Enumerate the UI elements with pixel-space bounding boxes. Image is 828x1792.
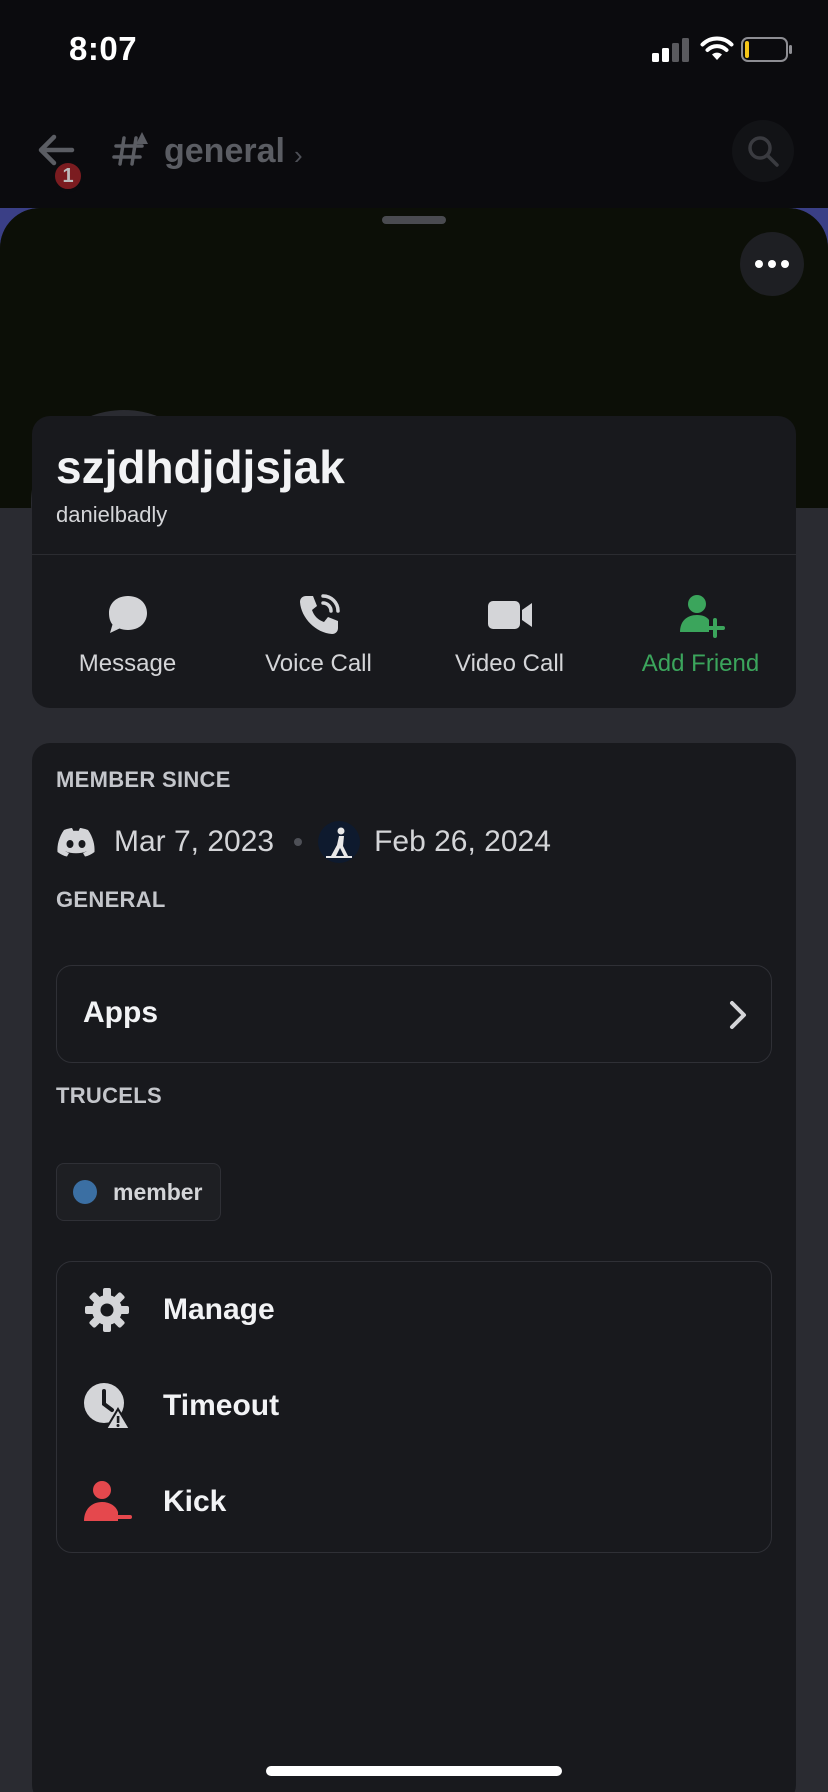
role-name: member: [113, 1178, 203, 1205]
search-button[interactable]: [732, 120, 794, 182]
video-call-label: Video Call: [455, 650, 564, 677]
home-indicator[interactable]: [266, 1766, 562, 1776]
more-options-button[interactable]: [740, 232, 804, 296]
general-title: GENERAL: [56, 887, 166, 912]
role-color-dot: [73, 1180, 97, 1204]
wifi-icon: [700, 36, 734, 60]
chevron-right-icon: [730, 1001, 746, 1029]
status-time: 8:07: [69, 30, 138, 67]
member-since-title: MEMBER SINCE: [56, 767, 231, 792]
video-call-button[interactable]: Video Call: [414, 556, 605, 706]
separator-dot: [294, 838, 303, 846]
apps-label: Apps: [83, 996, 158, 1029]
username: danielbadly: [56, 502, 168, 527]
details-card: MEMBER SINCE Mar 7, 2023 Feb 26, 2024 GE…: [32, 743, 796, 1792]
display-name: szjdhdjdjsjak: [56, 441, 345, 493]
clock-warning-icon: [84, 1383, 132, 1430]
profile-actions: Message Voice Call Video Call Add Friend: [32, 556, 796, 706]
message-label: Message: [78, 650, 177, 677]
kick-item[interactable]: Kick: [57, 1454, 773, 1550]
add-friend-button[interactable]: Add Friend: [605, 556, 796, 706]
timeout-label: Timeout: [163, 1389, 280, 1422]
role-pill-member[interactable]: member: [56, 1163, 222, 1221]
video-camera-icon: [487, 601, 532, 629]
profile-card: szjdhdjdjsjak danielbadly Message Voice …: [32, 416, 796, 708]
server-figure-icon: [326, 827, 353, 858]
kick-label: Kick: [163, 1485, 227, 1518]
more-dot-icon: [755, 260, 763, 268]
chat-bubble-icon: [108, 596, 147, 633]
apps-row[interactable]: Apps: [56, 965, 772, 1063]
member-since-row: Mar 7, 2023 Feb 26, 2024: [56, 817, 551, 867]
channel-hash-icon: [112, 132, 148, 166]
discord-member-since-date: Mar 7, 2023: [114, 825, 275, 858]
kick-user-icon: [84, 1481, 132, 1521]
divider: [32, 554, 796, 555]
search-icon: [748, 136, 779, 167]
discord-logo-icon: [57, 828, 95, 857]
voice-call-button[interactable]: Voice Call: [223, 556, 414, 706]
message-button[interactable]: Message: [32, 556, 223, 706]
cellular-signal-icon: [652, 38, 689, 62]
moderation-list: Manage Timeout Kick: [56, 1261, 772, 1553]
gear-icon: [85, 1288, 129, 1332]
server-member-since-date: Feb 26, 2024: [374, 825, 551, 858]
roles-title: TRUCELS: [56, 1083, 162, 1108]
chevron-right-icon: ›: [294, 140, 303, 170]
battery-icon: [741, 37, 792, 62]
add-friend-icon: [679, 595, 725, 638]
sheet-grabber[interactable]: [382, 216, 446, 224]
phone-icon: [299, 594, 340, 634]
status-bar: 8:07: [0, 0, 828, 100]
more-dot-icon: [781, 260, 789, 268]
timeout-item[interactable]: Timeout: [57, 1358, 773, 1454]
unread-badge: 1: [52, 160, 84, 192]
more-dot-icon: [768, 260, 776, 268]
add-friend-label: Add Friend: [641, 650, 760, 677]
channel-name[interactable]: general: [164, 132, 285, 171]
server-icon: [318, 821, 361, 863]
voice-call-label: Voice Call: [265, 650, 372, 677]
manage-item[interactable]: Manage: [57, 1262, 773, 1358]
manage-label: Manage: [163, 1293, 275, 1326]
